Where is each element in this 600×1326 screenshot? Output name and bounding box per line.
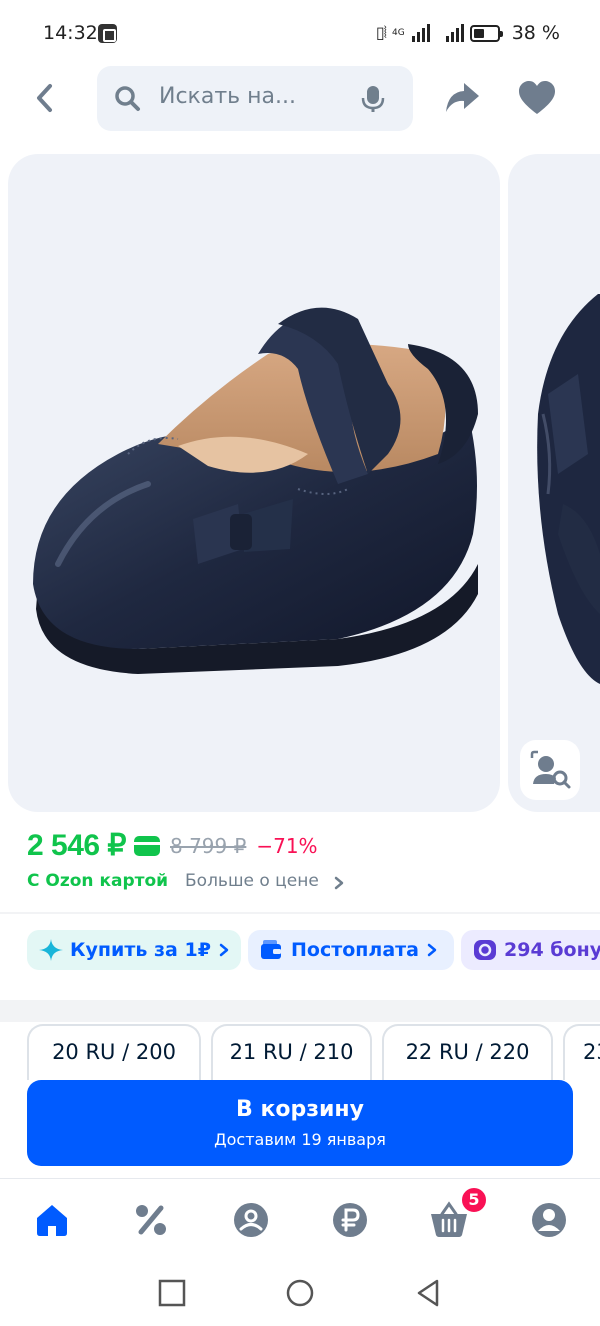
- wallet-icon: [261, 940, 281, 959]
- shoe-image: [33, 307, 478, 674]
- profile-icon: [532, 1203, 566, 1237]
- chevron-right-icon: [427, 943, 437, 957]
- status-indicators: ▯⦚ 4G 38 %: [376, 22, 560, 44]
- battery-icon: [469, 24, 503, 42]
- network-type: 4G: [392, 27, 405, 38]
- vibrate-icon: ▯⦚: [375, 23, 387, 42]
- size-option[interactable]: 21 RU / 210: [211, 1024, 372, 1080]
- chip-label: Купить за 1₽: [70, 939, 211, 961]
- chevron-right-icon: [219, 943, 229, 957]
- buy-for-1-rub-chip[interactable]: Купить за 1₽: [27, 930, 241, 970]
- battery-level: 38 %: [511, 22, 560, 44]
- status-time: 14:32: [43, 22, 98, 44]
- finance-icon: [333, 1203, 367, 1237]
- ozon-card-label: С Ozon картой: [27, 871, 169, 891]
- size-selector: 20 RU / 200 21 RU / 210 22 RU / 220 23: [0, 1022, 600, 1082]
- recent-apps-icon[interactable]: [157, 1278, 187, 1308]
- favorite-button[interactable]: [518, 81, 556, 115]
- home-icon: [37, 1205, 67, 1236]
- cart-count-badge: 5: [460, 1186, 488, 1214]
- signal-icon: [411, 24, 430, 42]
- old-price: 8 799 ₽: [170, 833, 247, 858]
- nav-home[interactable]: [32, 1200, 72, 1240]
- price-row[interactable]: 2 546 ₽ 8 799 ₽ −71%: [27, 828, 318, 863]
- add-to-cart-label: В корзину: [236, 1097, 364, 1122]
- promo-chips: Купить за 1₽ Постоплата 294 бону: [0, 930, 600, 972]
- section-gap: [0, 1000, 600, 1022]
- shoe-image-partial: [537, 294, 600, 684]
- nav-discounts[interactable]: [131, 1200, 171, 1240]
- divider: [0, 912, 600, 914]
- signal-icon-2: [445, 24, 464, 42]
- search-icon: [115, 86, 140, 111]
- share-button[interactable]: [444, 81, 480, 115]
- top-bar: Искать на...: [0, 66, 600, 132]
- current-price: 2 546 ₽: [27, 829, 127, 862]
- chip-label: Постоплата: [291, 939, 419, 961]
- back-button-icon[interactable]: [413, 1278, 443, 1308]
- nav-profile[interactable]: [529, 1200, 569, 1240]
- back-button[interactable]: [28, 80, 64, 116]
- system-navigation: [0, 1262, 600, 1326]
- camera-search-icon: [530, 750, 571, 789]
- chevron-right-icon: [334, 876, 344, 890]
- discount-icon: [136, 1205, 166, 1235]
- product-image-next[interactable]: [508, 154, 600, 812]
- ozon-card-icon: [134, 835, 160, 856]
- product-gallery[interactable]: [0, 154, 600, 812]
- home-button-icon[interactable]: [285, 1278, 315, 1308]
- bottom-navigation: 5: [0, 1180, 600, 1262]
- bonus-chip[interactable]: 294 бону: [461, 930, 600, 970]
- search-placeholder: Искать на...: [159, 84, 296, 109]
- share-icon: [446, 83, 479, 112]
- size-option[interactable]: 20 RU / 200: [27, 1024, 201, 1080]
- size-option[interactable]: 22 RU / 220: [382, 1024, 553, 1080]
- bonus-icon: [474, 940, 496, 960]
- discount-badge: −71%: [256, 833, 318, 858]
- status-bar: 14:32 ▯⦚ 4G 38 %: [0, 0, 600, 66]
- back-arrow-icon: [37, 84, 52, 112]
- product-image[interactable]: [8, 154, 500, 812]
- sparkle-icon: [39, 939, 63, 961]
- visual-search-button[interactable]: [520, 740, 580, 800]
- add-to-cart-button[interactable]: В корзину Доставим 19 января: [27, 1080, 573, 1166]
- app-notification-icon: [98, 24, 117, 43]
- more-about-price-link[interactable]: Больше о цене: [185, 871, 319, 891]
- nav-finance[interactable]: [330, 1200, 370, 1240]
- search-input[interactable]: Искать на...: [97, 66, 413, 131]
- nav-fresh[interactable]: [231, 1200, 271, 1240]
- size-option[interactable]: 23: [563, 1024, 600, 1080]
- postpay-chip[interactable]: Постоплата: [248, 930, 454, 970]
- heart-icon: [519, 81, 555, 114]
- microphone-icon[interactable]: [360, 85, 386, 113]
- chip-label: 294 бону: [504, 939, 600, 961]
- divider: [0, 1178, 600, 1179]
- fresh-icon: [234, 1203, 268, 1237]
- delivery-date: Доставим 19 января: [214, 1130, 386, 1149]
